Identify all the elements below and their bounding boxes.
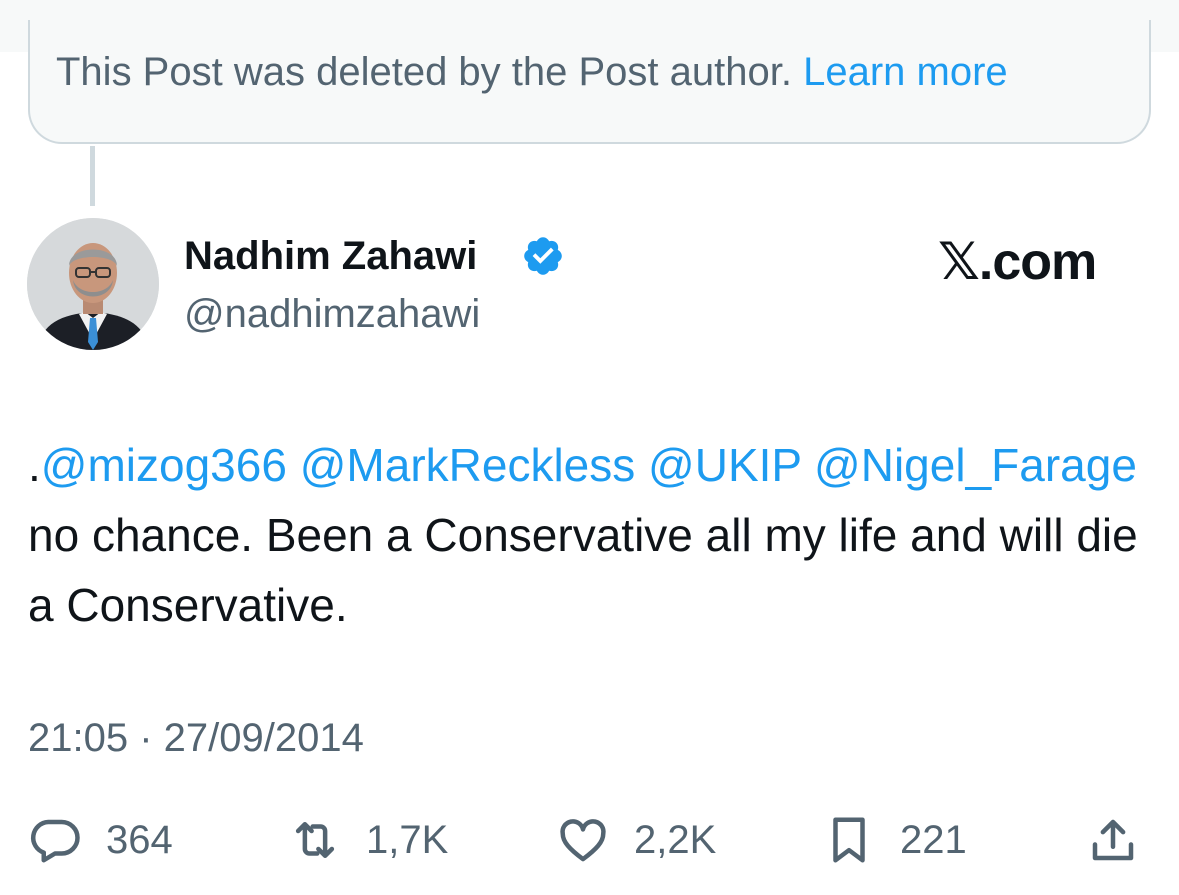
share-upload-icon xyxy=(1092,819,1134,861)
mention-markreckless[interactable]: @MarkReckless xyxy=(300,439,636,491)
avatar[interactable] xyxy=(27,218,159,350)
mention-ukip[interactable]: @UKIP xyxy=(648,439,801,491)
deleted-notice: This Post was deleted by the Post author… xyxy=(56,50,1008,95)
action-bar: 364 1,7K 2,2K 221 xyxy=(0,800,1179,880)
speech-bubble-icon xyxy=(30,819,80,863)
post-text-prefix: . xyxy=(28,439,41,491)
author-name[interactable]: Nadhim Zahawi xyxy=(184,234,477,279)
deleted-notice-text: This Post was deleted by the Post author… xyxy=(56,50,792,94)
bookmark-count: 221 xyxy=(900,817,967,862)
learn-more-link[interactable]: Learn more xyxy=(803,50,1008,94)
like-count: 2,2K xyxy=(634,817,717,862)
reply-button[interactable]: 364 xyxy=(28,800,173,880)
thread-connector-line xyxy=(90,146,95,206)
repost-count: 1,7K xyxy=(366,817,449,862)
post-text: .@mizog366 @MarkReckless @UKIP @Nigel_Fa… xyxy=(28,430,1148,640)
xcom-watermark: 𝕏.com xyxy=(938,233,1097,291)
like-button[interactable]: 2,2K xyxy=(556,800,716,880)
repost-button[interactable]: 1,7K xyxy=(288,800,448,880)
mention-nigel-farage[interactable]: @Nigel_Farage xyxy=(814,439,1137,491)
heart-icon xyxy=(560,819,606,862)
share-button[interactable] xyxy=(1086,800,1140,880)
repost-arrows-icon xyxy=(295,822,335,858)
bookmark-icon xyxy=(833,817,865,863)
author-handle[interactable]: @nadhimzahawi xyxy=(184,292,480,337)
mention-mizog366[interactable]: @mizog366 xyxy=(41,439,287,491)
bookmark-button[interactable]: 221 xyxy=(822,800,967,880)
verified-badge-icon xyxy=(524,237,562,275)
reply-count: 364 xyxy=(106,817,173,862)
post-timestamp[interactable]: 21:05 · 27/09/2014 xyxy=(28,716,364,761)
post-text-body: no chance. Been a Conservative all my li… xyxy=(28,509,1138,631)
avatar-portrait xyxy=(27,218,159,350)
